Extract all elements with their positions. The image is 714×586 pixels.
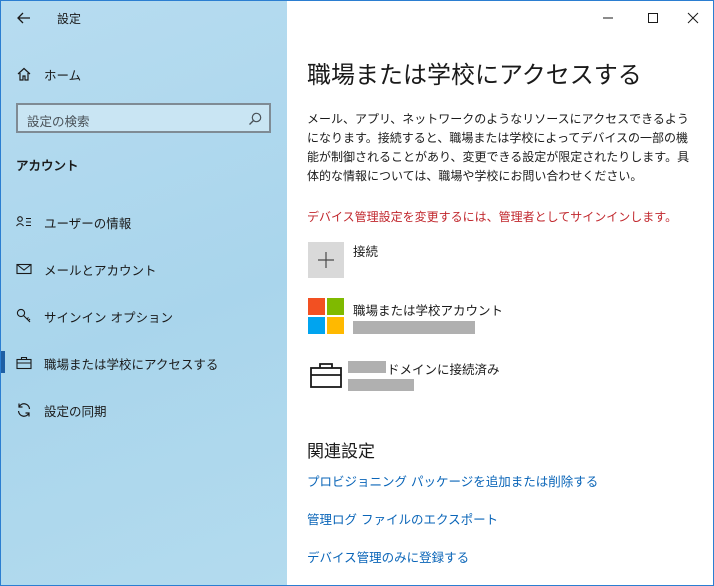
home-icon (15, 65, 33, 83)
app-title: 設定 (57, 12, 82, 26)
sidebar-item-home[interactable]: ホーム (1, 55, 287, 91)
search-icon[interactable] (247, 111, 263, 127)
close-icon (687, 12, 699, 24)
minimize-icon (603, 17, 613, 19)
redacted-account-detail (353, 321, 475, 334)
connect-label[interactable]: 接続 (353, 241, 378, 260)
redacted-domain-name (348, 361, 386, 373)
sidebar-item-user-info[interactable]: ユーザーの情報 (1, 203, 287, 239)
connect-button[interactable] (308, 242, 344, 278)
work-school-account-tile[interactable] (308, 298, 344, 334)
minimize-button[interactable] (597, 7, 619, 29)
sync-icon (15, 401, 33, 419)
sidebar-item-label: サインイン オプション (44, 310, 173, 325)
sidebar: 設定 ホーム 設定の検索 アカウント ユーザーの情報 メールとアカウント サイン… (1, 1, 287, 585)
maximize-button[interactable] (642, 7, 664, 29)
mail-icon (15, 260, 33, 278)
redacted-domain-detail (348, 379, 414, 391)
sidebar-item-access-work-school[interactable]: 職場または学校にアクセスする (1, 344, 287, 380)
search-placeholder: 設定の検索 (27, 114, 90, 129)
sidebar-item-label: ホーム (44, 68, 82, 83)
sidebar-item-email-accounts[interactable]: メールとアカウント (1, 250, 287, 286)
sidebar-item-label: ユーザーの情報 (44, 216, 132, 231)
back-arrow-icon (17, 12, 30, 24)
search-input[interactable]: 設定の検索 (16, 103, 271, 133)
related-settings-title: 関連設定 (307, 442, 375, 462)
briefcase-icon (310, 363, 342, 388)
titlebar-left: 設定 (1, 1, 287, 35)
admin-warning: デバイス管理設定を変更するには、管理者としてサインインします。 (307, 210, 678, 224)
page-title: 職場または学校にアクセスする (307, 61, 642, 89)
microsoft-logo-icon (308, 298, 344, 334)
domain-account-tile[interactable] (308, 359, 344, 395)
sidebar-item-sync-settings[interactable]: 設定の同期 (1, 391, 287, 427)
maximize-icon (648, 13, 658, 23)
sidebar-item-label: 設定の同期 (44, 404, 107, 419)
briefcase-icon (15, 354, 33, 372)
enroll-device-management-link[interactable]: デバイス管理のみに登録する (307, 547, 469, 566)
sidebar-item-label: 職場または学校にアクセスする (44, 357, 219, 372)
page-description: メール、アプリ、ネットワークのようなリソースにアクセスできるようになります。接続… (307, 112, 690, 183)
work-school-account-title[interactable]: 職場または学校アカウント (353, 300, 503, 319)
key-icon (15, 307, 33, 325)
domain-account-title[interactable]: ドメインに接続済み (387, 359, 500, 378)
sidebar-item-label: メールとアカウント (44, 263, 157, 278)
user-info-icon (15, 213, 33, 231)
provisioning-package-link[interactable]: プロビジョニング パッケージを追加または削除する (307, 471, 598, 490)
close-button[interactable] (682, 7, 704, 29)
main-content: 職場または学校にアクセスする メール、アプリ、ネットワークのようなリソースにアク… (287, 1, 713, 585)
plus-icon (318, 252, 334, 268)
settings-window: 設定 ホーム 設定の検索 アカウント ユーザーの情報 メールとアカウント サイン… (0, 0, 714, 586)
export-log-files-link[interactable]: 管理ログ ファイルのエクスポート (307, 509, 498, 528)
back-button[interactable] (15, 9, 33, 27)
sidebar-item-signin-options[interactable]: サインイン オプション (1, 297, 287, 333)
section-title: アカウント (16, 158, 79, 173)
